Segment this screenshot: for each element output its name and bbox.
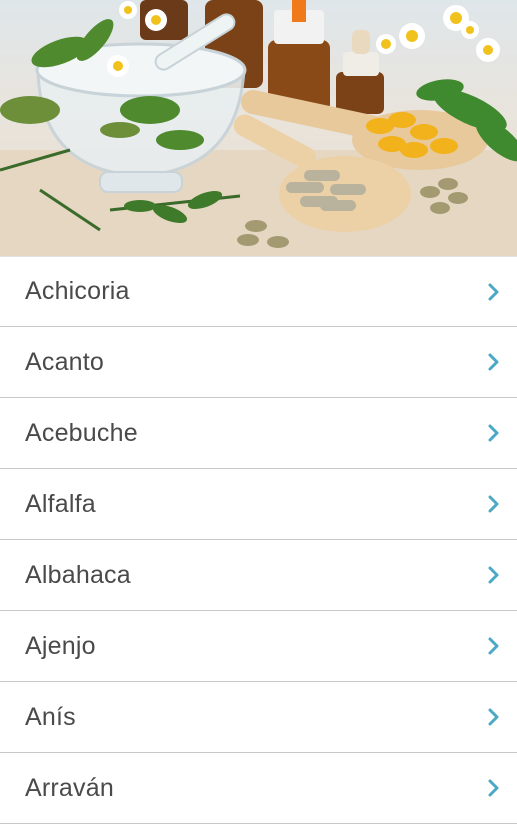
plant-list-item[interactable]: Ajenjo bbox=[0, 611, 517, 682]
chevron-right-icon bbox=[483, 635, 505, 657]
chevron-right-icon bbox=[483, 351, 505, 373]
plant-name: Anís bbox=[25, 702, 76, 731]
chevron-right-icon bbox=[483, 493, 505, 515]
plant-list: Achicoria Acanto Acebuche Alfalfa Albahaca Aj… bbox=[0, 256, 517, 824]
plant-name: Achicoria bbox=[25, 277, 130, 305]
plant-name: Arraván bbox=[25, 773, 114, 802]
chevron-right-icon bbox=[483, 564, 505, 586]
plant-name: Albahaca bbox=[25, 560, 131, 589]
plant-list-item[interactable]: Achicoria bbox=[0, 256, 517, 327]
plant-list-item[interactable]: Arraván bbox=[0, 753, 517, 824]
plant-list-item[interactable]: Acanto bbox=[0, 327, 517, 398]
plant-list-item[interactable]: Acebuche bbox=[0, 398, 517, 469]
plant-name: Acanto bbox=[25, 347, 105, 376]
plant-list-item[interactable]: Albahaca bbox=[0, 540, 517, 611]
plant-list-item[interactable]: Anís bbox=[0, 682, 517, 753]
chevron-right-icon bbox=[483, 777, 505, 799]
chevron-right-icon bbox=[483, 422, 505, 444]
chevron-right-icon bbox=[483, 281, 505, 303]
plant-name: Ajenjo bbox=[25, 631, 96, 660]
plant-list-item[interactable]: Alfalfa bbox=[0, 469, 517, 540]
plant-name: Acebuche bbox=[25, 418, 138, 447]
hero-image bbox=[0, 0, 517, 256]
chevron-right-icon bbox=[483, 706, 505, 728]
herbal-medicine-illustration bbox=[0, 0, 517, 256]
plant-name: Alfalfa bbox=[25, 489, 96, 518]
